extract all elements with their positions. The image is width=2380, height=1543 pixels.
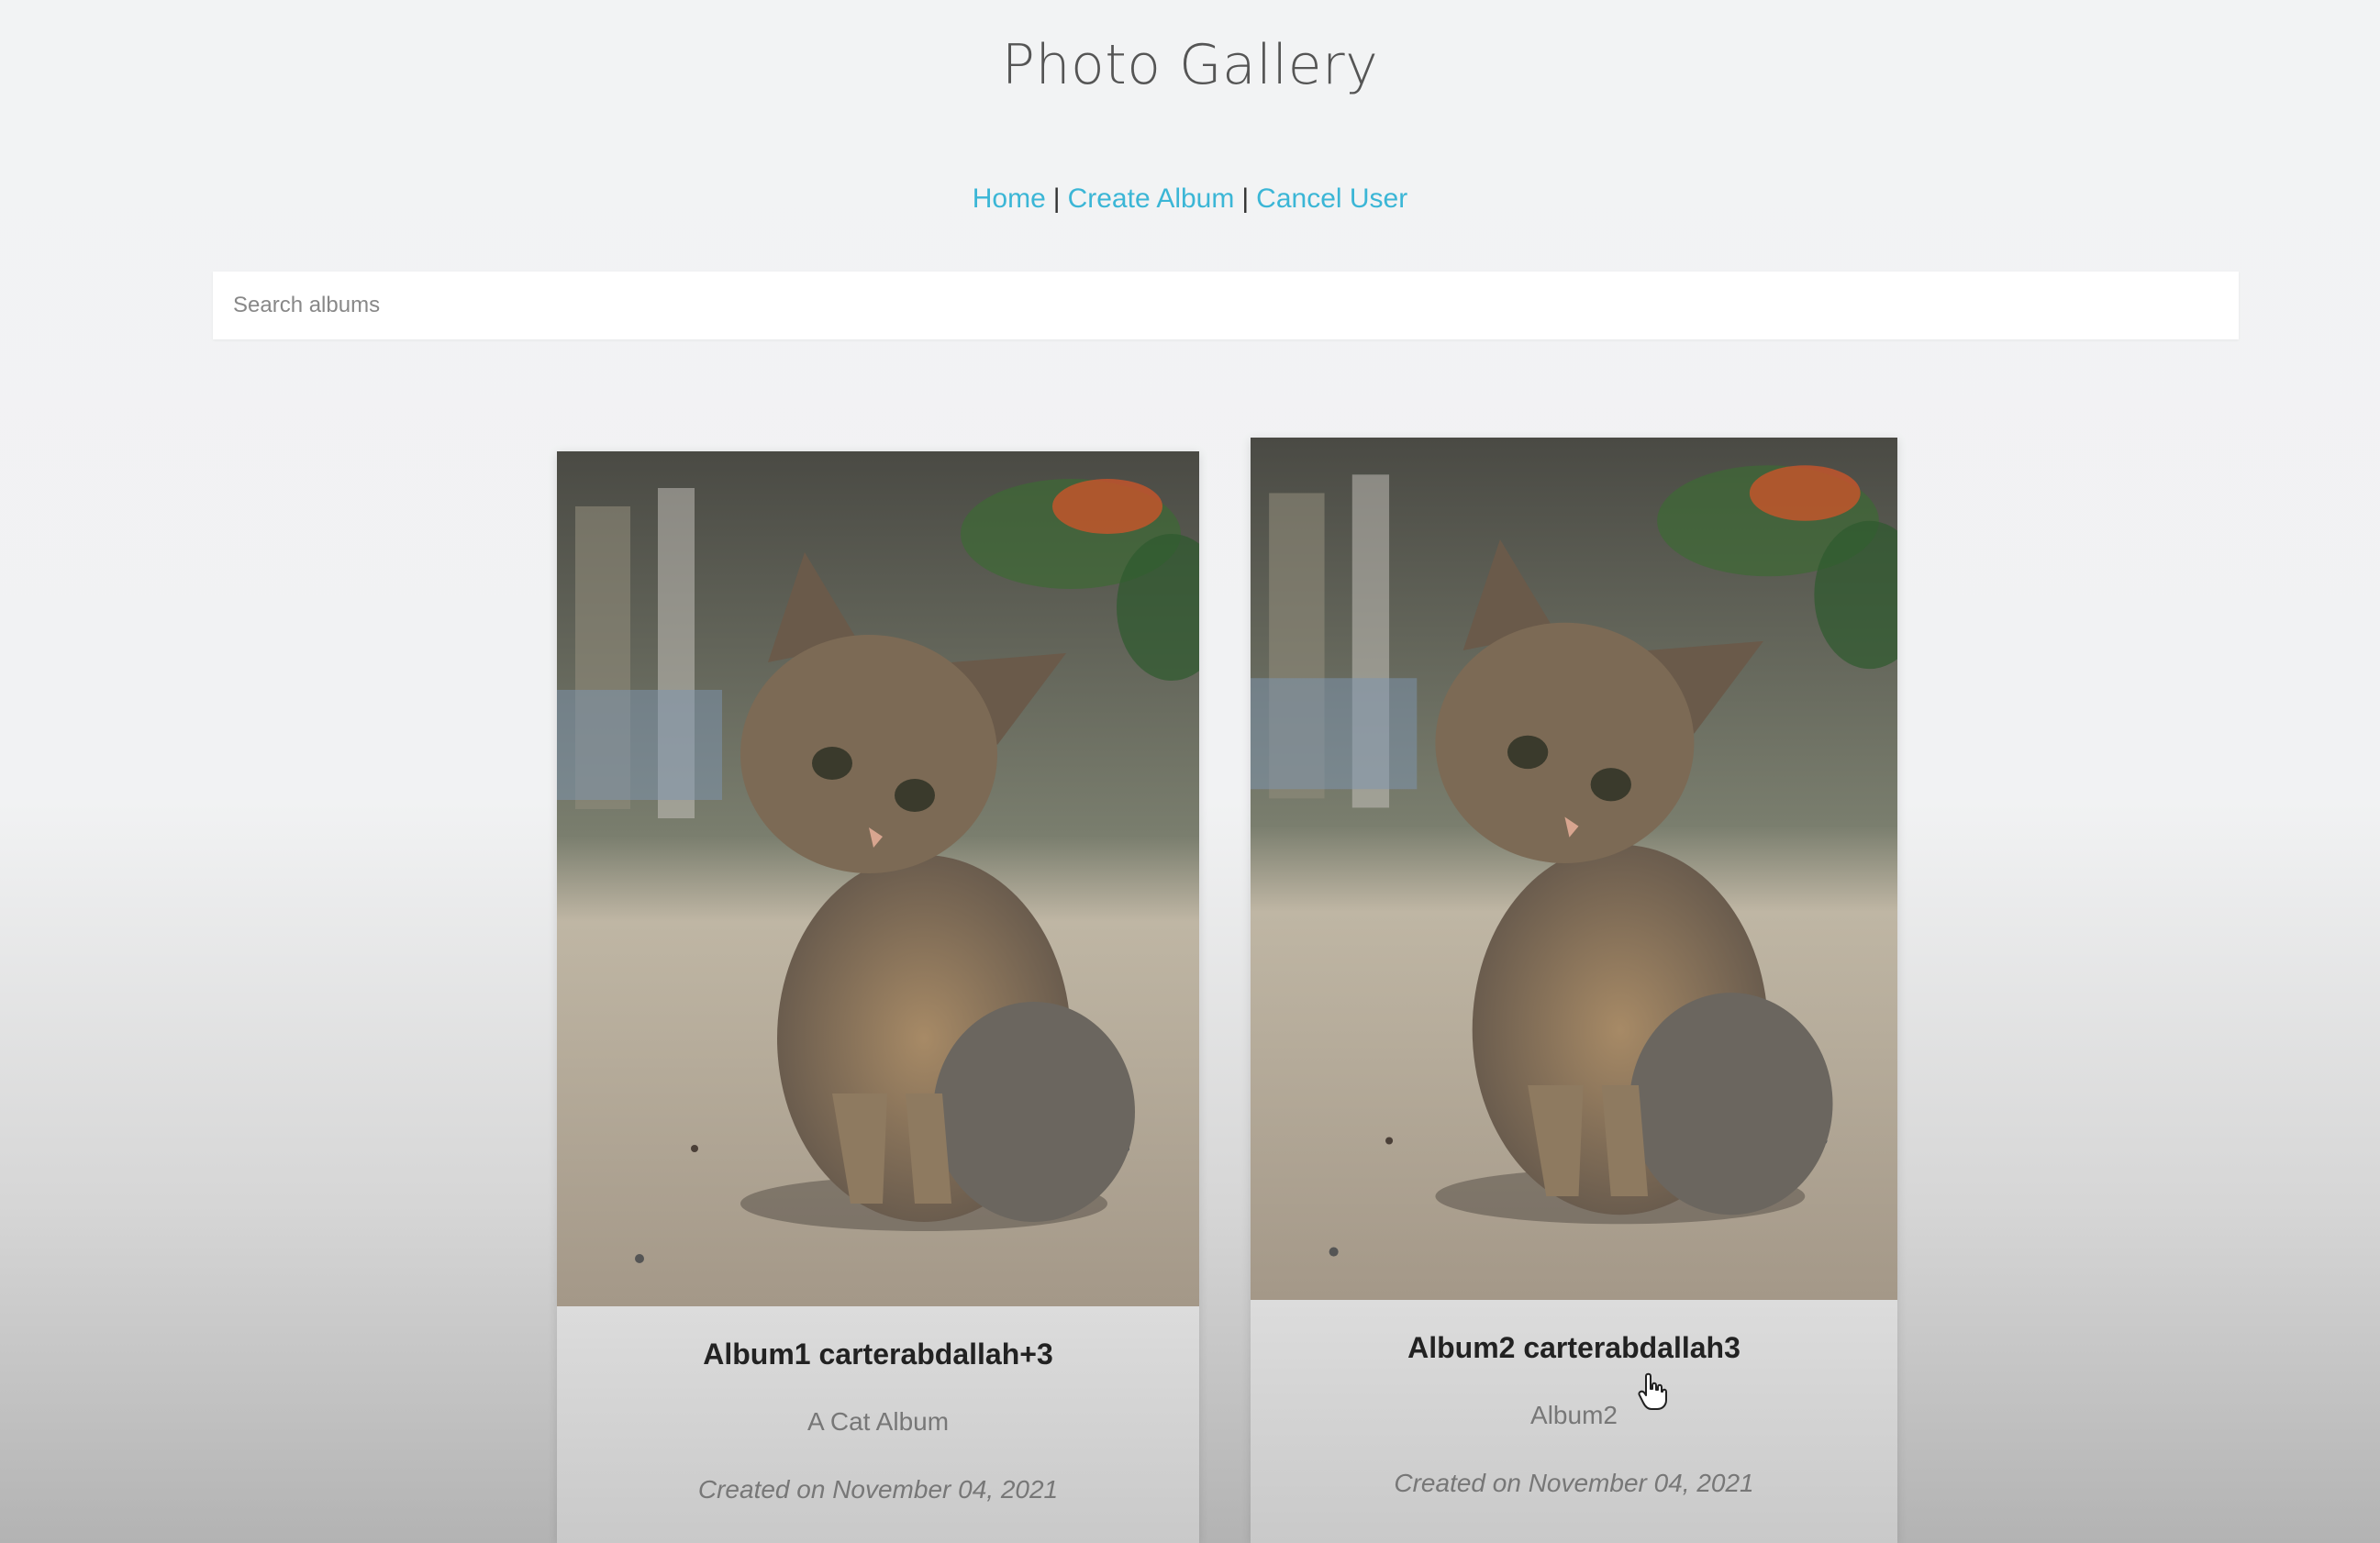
album-created-date: Created on November 04, 2021 [1394, 1469, 1754, 1497]
hand-pointer-icon [1638, 1372, 1667, 1410]
album-card-body: Album1 carterabdallah+3 A Cat Album Crea… [557, 1306, 1199, 1543]
nav-links: Home | Create Album | Cancel User [0, 183, 2380, 215]
album-card[interactable]: Album1 carterabdallah+3 A Cat Album Crea… [557, 451, 1199, 1543]
album-title[interactable]: Album1 carterabdallah+3 [557, 1338, 1199, 1371]
page-title: Photo Gallery [1001, 33, 1379, 97]
nav-separator: | [1052, 183, 1061, 214]
album-cover-image[interactable] [1251, 438, 1897, 1300]
album-created-date: Created on November 04, 2021 [697, 1475, 1059, 1504]
album-cover-image[interactable] [557, 451, 1199, 1306]
search-input[interactable] [213, 272, 2239, 339]
nav-home-link[interactable]: Home [973, 183, 1046, 214]
album-description: A Cat Album [806, 1407, 950, 1436]
search-box [213, 272, 2239, 339]
nav-cancel-user-link[interactable]: Cancel User [1256, 183, 1407, 214]
nav-create-album-link[interactable]: Create Album [1068, 183, 1235, 214]
kitten-photo-icon [1251, 438, 1897, 1300]
kitten-photo-icon [557, 451, 1199, 1306]
album-description: Album2 [1530, 1401, 1618, 1429]
nav-separator: | [1241, 183, 1250, 214]
album-card-body: Album2 carterabdallah3 Album2 Created on… [1251, 1300, 1897, 1543]
album-card[interactable]: Album2 carterabdallah3 Album2 Created on… [1251, 438, 1897, 1543]
album-title[interactable]: Album2 carterabdallah3 [1251, 1331, 1897, 1365]
